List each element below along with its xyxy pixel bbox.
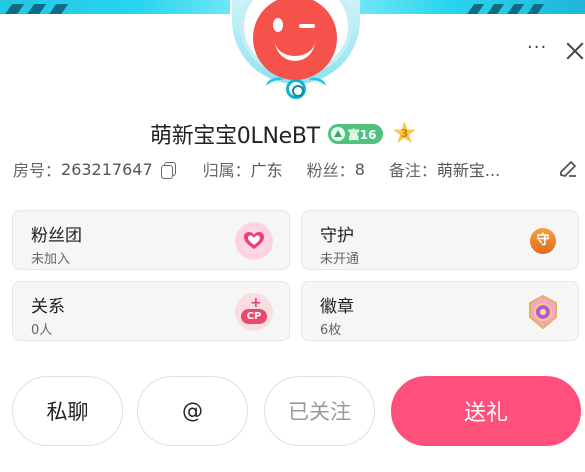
mention-button[interactable]: @ xyxy=(137,376,248,446)
room-number: 263217647 xyxy=(61,159,153,179)
copy-icon[interactable] xyxy=(160,161,176,179)
card-badges[interactable]: 徽章 6枚 xyxy=(301,281,579,341)
medal-icon xyxy=(524,293,562,331)
note-label: 备注： xyxy=(388,161,437,180)
info-row: 房号： 263217647 归属： 广东 粉丝： 8 备注： 萌新宝... xyxy=(13,156,500,182)
name-row: 萌新宝宝0LNeBT 富16 ★ 3 xyxy=(150,117,419,151)
card-fan-club[interactable]: 粉丝团 未加入 xyxy=(12,210,290,270)
card-subtitle: 未加入 xyxy=(31,252,71,267)
card-guard[interactable]: 守护 未开通 守 xyxy=(301,210,579,270)
avatar[interactable] xyxy=(253,0,337,80)
card-relationship[interactable]: 关系 0人 + CP xyxy=(12,281,290,341)
fans-count: 8 xyxy=(354,159,365,179)
star-level-number: 3 xyxy=(400,127,409,140)
location-label: 归属： xyxy=(202,161,251,180)
note-value: 萌新宝... xyxy=(436,161,501,180)
edit-note-icon[interactable] xyxy=(557,158,579,180)
room-label: 房号： xyxy=(13,161,62,180)
location-value: 广东 xyxy=(250,161,283,180)
wealth-level-text: 富16 xyxy=(347,127,377,142)
cp-icon: + CP xyxy=(235,293,273,331)
card-title: 粉丝团 xyxy=(31,226,82,246)
send-gift-button[interactable]: 送礼 xyxy=(391,376,581,446)
card-subtitle: 未开通 xyxy=(320,252,360,267)
gem-icon xyxy=(330,127,345,141)
wealth-level-badge[interactable]: 富16 xyxy=(327,124,384,144)
avatar-pin-icon xyxy=(286,79,306,99)
fans-label: 粉丝： xyxy=(306,161,355,180)
card-subtitle: 0人 xyxy=(31,323,53,338)
card-title: 徽章 xyxy=(320,297,354,317)
more-icon[interactable]: ··· xyxy=(527,38,551,58)
star-level-badge[interactable]: ★ 3 xyxy=(389,119,419,149)
card-title: 守护 xyxy=(320,226,354,246)
guard-icon: 守 xyxy=(524,222,562,260)
nickname: 萌新宝宝0LNeBT xyxy=(150,124,320,149)
private-chat-button[interactable]: 私聊 xyxy=(12,376,123,446)
heart-icon xyxy=(235,222,273,260)
card-title: 关系 xyxy=(31,297,65,317)
follow-button[interactable]: 已关注 xyxy=(264,376,375,446)
close-icon[interactable] xyxy=(564,40,585,62)
card-subtitle: 6枚 xyxy=(320,323,342,338)
